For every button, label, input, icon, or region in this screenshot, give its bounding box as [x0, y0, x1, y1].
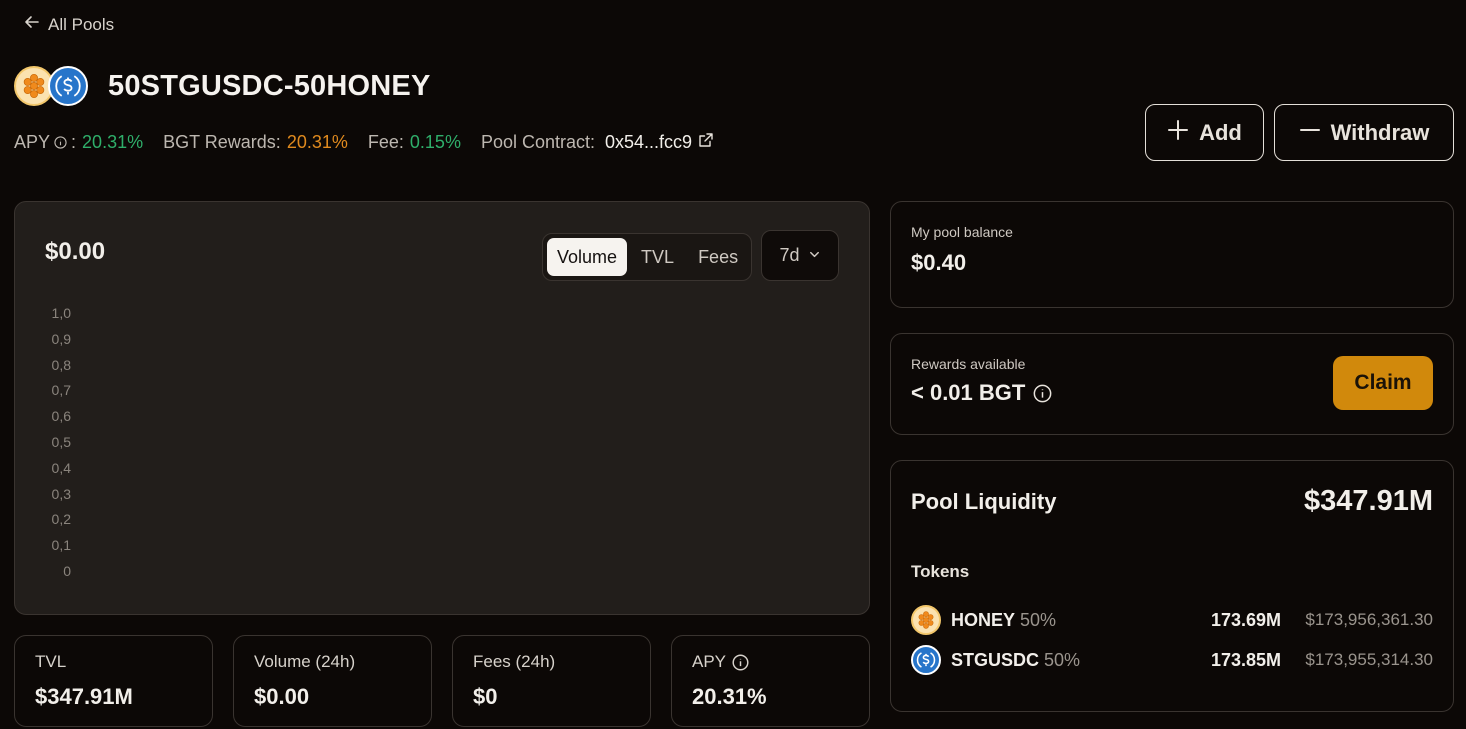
info-icon[interactable]	[54, 136, 67, 149]
page-title: 50STGUSDC-50HONEY	[108, 69, 431, 102]
y-tick-label: 0,4	[51, 459, 71, 476]
y-tick-label: 0,7	[51, 382, 71, 399]
token-weight: 50%	[1044, 649, 1081, 670]
y-tick-label: 0	[63, 563, 71, 579]
withdraw-button-label: Withdraw	[1330, 119, 1430, 145]
claim-button[interactable]: Claim	[1333, 356, 1433, 410]
pool-chart-card: $0.00 Volume TVL Fees 7d 1,0 0,9 0,8 0,7 0,6…	[14, 201, 870, 615]
my-pool-balance-card: My pool balance $0.40	[890, 201, 1454, 308]
add-liquidity-button[interactable]: Add	[1145, 104, 1264, 161]
chart-y-axis: 1,0 0,9 0,8 0,7 0,6 0,5 0,4 0,3 0,2 0,1 0	[15, 202, 871, 616]
token-row: STGUSDC 50% 173.85M $173,955,314.30	[911, 640, 1433, 680]
y-tick-label: 0,9	[51, 330, 71, 347]
rewards-card: Rewards available < 0.01 BGT Claim	[890, 333, 1454, 435]
y-tick-label: 0,3	[51, 485, 71, 502]
volume-24h-card-value: $0.00	[254, 684, 310, 709]
bgt-rewards-stat: BGT Rewards: 20.31%	[163, 132, 348, 153]
apy-card: APY 20.31%	[671, 635, 870, 727]
token-name: STGUSDC	[951, 649, 1040, 670]
bgt-rewards-value: 20.31%	[286, 132, 348, 152]
pool-liquidity-card: Pool Liquidity $347.91M Tokens HONEY 50%…	[890, 460, 1454, 712]
info-icon[interactable]	[732, 653, 749, 671]
info-icon[interactable]	[1033, 384, 1052, 403]
pool-contract-address: 0x54...fcc9	[605, 132, 693, 152]
plus-icon	[1167, 119, 1189, 147]
apy-separator: :	[71, 132, 77, 152]
y-tick-label: 0,8	[51, 356, 71, 373]
balance-value: $0.40	[911, 250, 967, 275]
apy-card-value: 20.31%	[692, 684, 767, 709]
y-tick-label: 1,0	[51, 305, 71, 321]
usdc-token-icon	[48, 66, 88, 106]
pool-contract-stat: Pool Contract: 0x54...fcc9	[481, 132, 714, 153]
y-tick-label: 0,6	[51, 408, 71, 425]
minus-icon	[1299, 119, 1321, 147]
token-amount: 173.69M	[1210, 609, 1281, 630]
add-button-label: Add	[1199, 119, 1242, 145]
volume-24h-card: Volume (24h) $0.00	[233, 635, 432, 727]
volume-24h-card-label: Volume (24h)	[254, 652, 356, 671]
pool-liquidity-header: Pool Liquidity $347.91M	[911, 485, 1433, 518]
back-to-all-pools-link[interactable]: All Pools	[24, 14, 114, 35]
tvl-card-label: TVL	[35, 652, 67, 671]
y-tick-label: 0,5	[51, 434, 71, 450]
external-link-icon	[698, 132, 714, 153]
pool-contract-label: Pool Contract:	[480, 132, 596, 152]
pool-header: 50STGUSDC-50HONEY	[14, 66, 431, 106]
token-usd-value: $173,955,314.30	[1305, 650, 1433, 669]
tvl-card-value: $347.91M	[35, 684, 133, 709]
balance-label: My pool balance	[911, 224, 1013, 240]
arrow-left-icon	[24, 14, 40, 35]
pool-stats-row: APY : 20.31% BGT Rewards: 20.31% Fee: 0.…	[14, 132, 734, 153]
y-tick-label: 0,2	[51, 511, 71, 528]
rewards-value: < 0.01 BGT	[911, 380, 1026, 405]
bgt-rewards-label: BGT Rewards:	[163, 132, 281, 152]
token-weight: 50%	[1020, 609, 1057, 630]
pool-detail-page: All Pools 50STGUSDC-50HONEY APY: 20.31%…	[0, 0, 1466, 729]
usdc-token-icon	[911, 645, 941, 675]
honey-token-icon	[911, 605, 941, 635]
token-name: HONEY	[951, 609, 1016, 630]
fees-24h-card-value: $0	[473, 684, 498, 709]
y-tick-label: 0,1	[51, 537, 71, 554]
back-label: All Pools	[48, 14, 115, 34]
token-row: HONEY 50% 173.69M $173,956,361.30	[911, 600, 1433, 640]
fees-24h-card: Fees (24h) $0	[452, 635, 651, 727]
fee-value: 0.15%	[409, 132, 461, 152]
pool-liquidity-value: $347.91M	[1304, 485, 1433, 517]
token-amount: 173.85M	[1210, 649, 1281, 670]
fee-label: Fee:	[367, 132, 404, 152]
apy-stat: APY : 20.31%	[14, 132, 143, 153]
apy-card-label: APY	[692, 652, 727, 671]
apy-value: 20.31%	[82, 132, 144, 152]
tokens-label: Tokens	[911, 562, 970, 581]
withdraw-button[interactable]: Withdraw	[1274, 104, 1454, 161]
tvl-card: TVL $347.91M	[14, 635, 213, 727]
apy-label: APY	[14, 132, 51, 152]
pool-contract-link[interactable]: 0x54...fcc9	[605, 132, 714, 153]
apy-card-label-row: APY	[692, 652, 849, 672]
pool-token-icons	[14, 66, 90, 106]
token-usd-value: $173,956,361.30	[1305, 610, 1433, 629]
pool-liquidity-label: Pool Liquidity	[911, 488, 1057, 514]
fees-24h-card-label: Fees (24h)	[473, 652, 556, 671]
fee-stat: Fee: 0.15%	[368, 132, 461, 153]
